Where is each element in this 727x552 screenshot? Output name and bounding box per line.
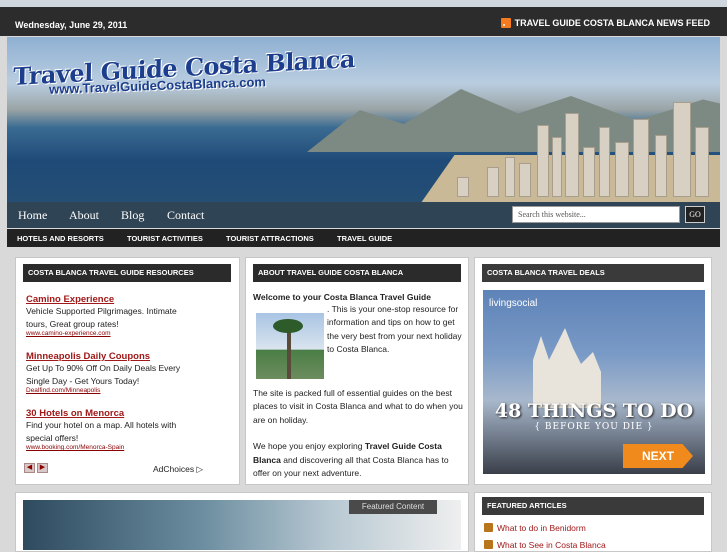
search-go-button[interactable]: GO [685,206,705,223]
about-heading: ABOUT TRAVEL GUIDE COSTA BLANCA [253,264,461,282]
livingsocial-logo: livingsocial [489,298,538,309]
featured-articles-heading: FEATURED ARTICLES [482,497,704,515]
nav-contact[interactable]: Contact [167,208,204,223]
ad-prev-icon[interactable]: ◀ [24,463,35,473]
ad-next-icon[interactable]: ▶ [37,463,48,473]
nav-hotels-resorts[interactable]: HOTELS AND RESORTS [17,234,104,243]
ad-item: Minneapolis Daily Coupons Get Up To 90% … [26,351,226,394]
ad-title[interactable]: Camino Experience [26,294,226,305]
current-date: Wednesday, June 29, 2011 [15,20,128,30]
ad-title[interactable]: 30 Hotels on Menorca [26,408,226,419]
nav-tourist-attractions[interactable]: TOURIST ATTRACTIONS [226,234,314,243]
ad-url[interactable]: www.camino-experience.com [26,330,226,337]
category-nav: HOTELS AND RESORTS TOURIST ACTIVITIES TO… [7,229,720,247]
about-paragraph-1: . This is your one-stop resource for inf… [327,303,462,355]
about-welcome: Welcome to your Costa Blanca Travel Guid… [253,292,431,302]
ad-title[interactable]: Minneapolis Daily Coupons [26,351,226,362]
about-text: Welcome to your Costa Blanca Travel Guid… [253,291,463,481]
ad-url[interactable]: Dealfind.com/Minneapolis [26,387,226,394]
deal-next-button[interactable]: NEXT [623,444,693,468]
about-paragraph-3c: and discovering all that Costa Blanca ha… [253,454,449,479]
article-icon [484,523,493,532]
news-feed-link[interactable]: TRAVEL GUIDE COSTA BLANCA NEWS FEED [500,18,710,28]
nav-travel-guide[interactable]: TRAVEL GUIDE [337,234,392,243]
featured-article-link[interactable]: What to See in Costa Blanca [497,540,606,550]
top-bar: Wednesday, June 29, 2011 TRAVEL GUIDE CO… [0,0,727,36]
ad-description: Find your hotel on a map. All hotels wit… [26,420,177,443]
featured-article-link[interactable]: What to do in Benidorm [497,523,586,533]
header-banner: Travel Guide Costa Blanca www.TravelGuid… [7,37,720,202]
featured-content-label: Featured Content [349,500,437,514]
deal-banner[interactable]: livingsocial 48 THINGS TO DO { BEFORE YO… [483,290,705,474]
nav-tourist-activities[interactable]: TOURIST ACTIVITIES [127,234,203,243]
ad-item: Camino Experience Vehicle Supported Pilg… [26,294,226,337]
about-paragraph-3a: We hope you enjoy exploring [253,441,365,451]
adchoices-label: AdChoices [153,464,195,474]
ad-description: Vehicle Supported Pilgrimages. Intimate … [26,306,177,329]
search-input[interactable]: Search this website... [512,206,680,223]
city-skyline [387,87,720,197]
main-nav: Home About Blog Contact Search this webs… [7,202,720,228]
ad-url[interactable]: www.booking.com/Menorca-Spain [26,444,226,451]
adchoices-icon: ▷ [196,464,204,474]
ad-item: 30 Hotels on Menorca Find your hotel on … [26,408,226,451]
deals-heading: COSTA BLANCA TRAVEL DEALS [482,264,704,282]
deal-subheadline: { BEFORE YOU DIE } [534,422,654,432]
adchoices-link[interactable]: AdChoices ▷ [153,464,203,475]
nav-blog[interactable]: Blog [121,208,144,223]
rss-icon [500,18,511,28]
resources-heading: COSTA BLANCA TRAVEL GUIDE RESOURCES [23,264,231,282]
deal-headline: 48 THINGS TO DO [494,400,694,422]
about-paragraph-2: The site is packed full of essential gui… [253,387,463,425]
palm-tree-image [256,312,324,379]
nav-home[interactable]: Home [18,208,47,223]
news-feed-label: TRAVEL GUIDE COSTA BLANCA NEWS FEED [514,18,710,28]
ad-description: Get Up To 90% Off On Daily Deals Every S… [26,363,181,386]
castle-image [533,328,601,408]
nav-about[interactable]: About [69,208,99,223]
